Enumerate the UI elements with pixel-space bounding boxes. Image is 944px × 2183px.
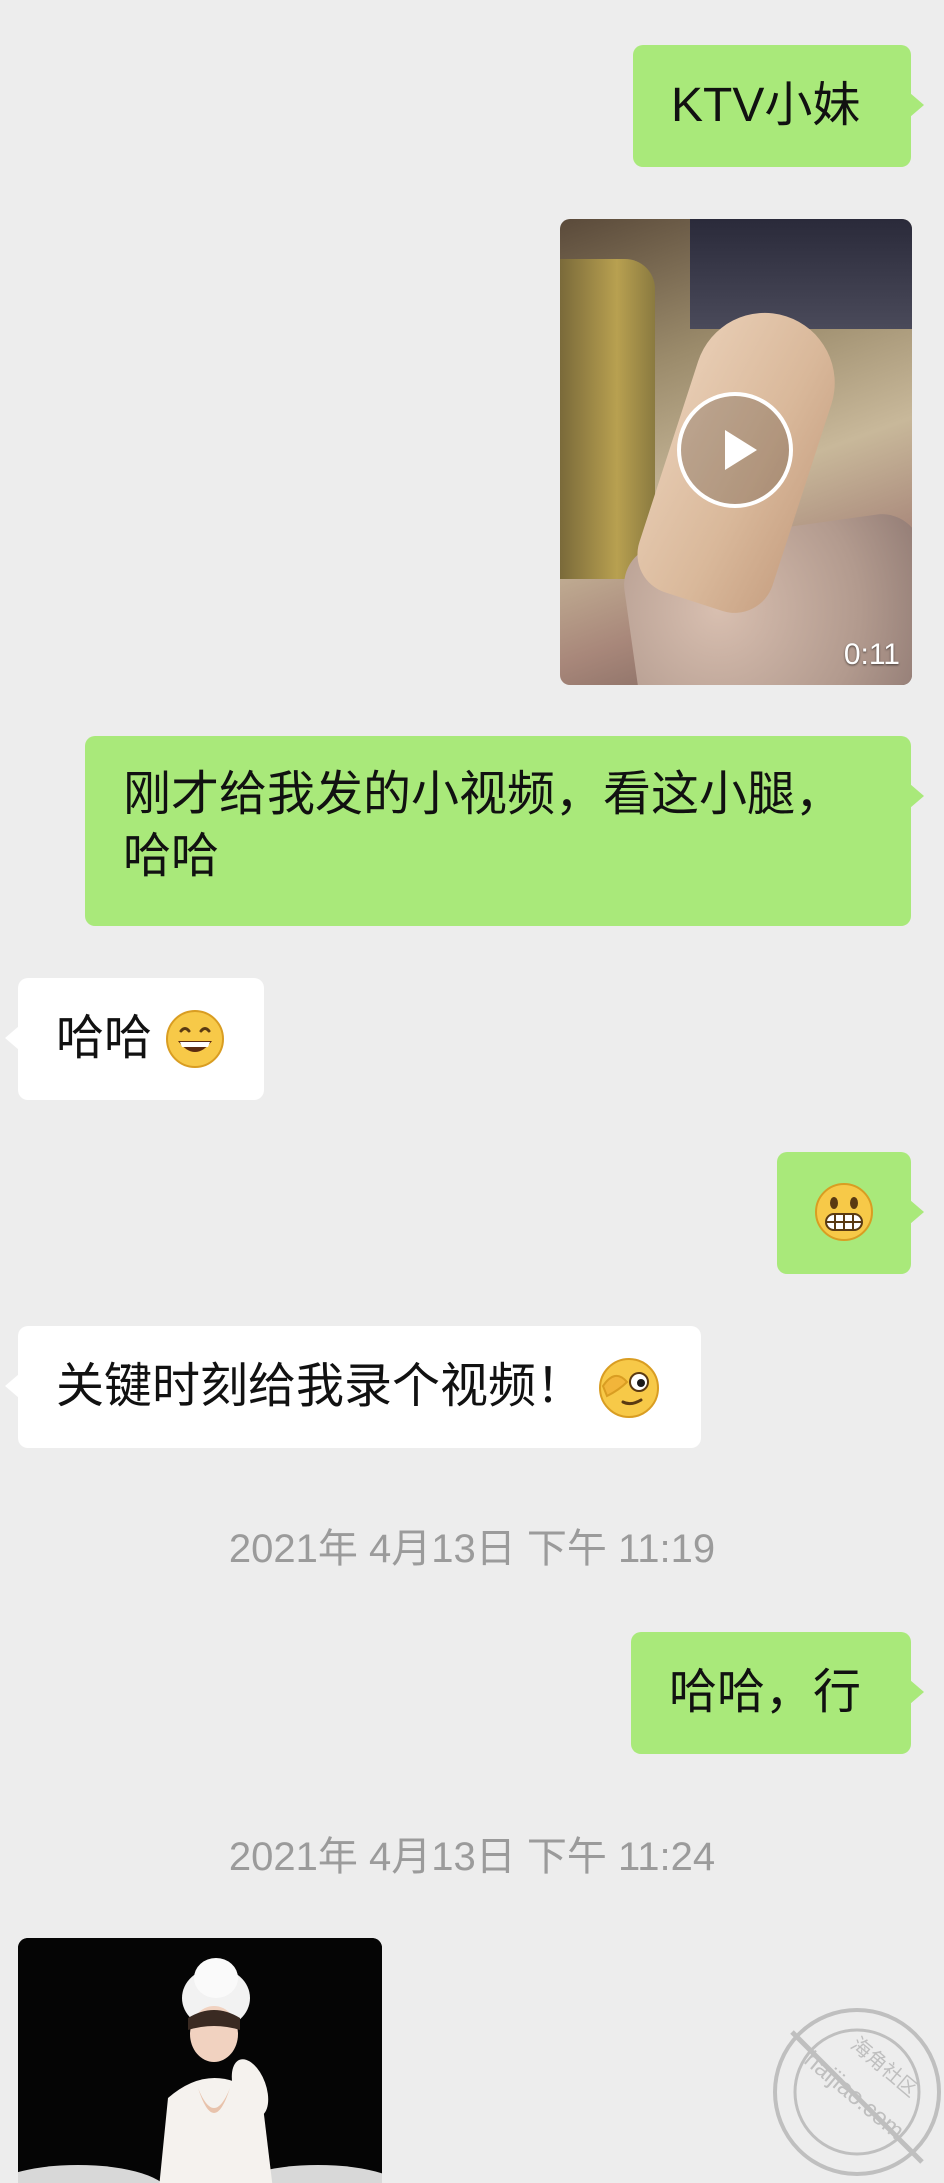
sent-message-bubble[interactable] bbox=[777, 1152, 924, 1274]
message-text: KTV小妹 bbox=[671, 79, 861, 132]
message-timestamp: 2021年 4月13日 下午 11:19 bbox=[228, 1527, 716, 1571]
grimacing-face-icon bbox=[814, 1182, 874, 1258]
message-text: 刚才给我发的小视频，看这小腿，哈哈 bbox=[123, 768, 844, 883]
video-thumbnail-table bbox=[690, 219, 912, 329]
message-text: 关键时刻给我录个视频！ bbox=[56, 1360, 585, 1413]
message-text: 哈哈 bbox=[56, 1012, 153, 1065]
peeking-face-icon bbox=[597, 1356, 661, 1422]
video-thumbnail-sofa bbox=[560, 259, 655, 579]
message-timestamp: 2021年 4月13日 下午 11:24 bbox=[228, 1835, 716, 1879]
message-text: 哈哈，行 bbox=[669, 1666, 862, 1719]
image-message[interactable] bbox=[18, 1938, 382, 2183]
sent-message-bubble[interactable]: KTV小妹 bbox=[633, 45, 924, 167]
grinning-face-icon bbox=[165, 1009, 225, 1073]
play-icon[interactable] bbox=[677, 392, 793, 508]
video-duration: 0:11 bbox=[843, 638, 900, 671]
sent-message-bubble[interactable]: 哈哈，行 bbox=[631, 1632, 924, 1754]
chat-view: KTV小妹 0:11 刚才给我发的小视频，看这小腿，哈哈 哈哈 关键时刻给我录个… bbox=[0, 0, 944, 2183]
video-message[interactable]: 0:11 bbox=[560, 219, 912, 685]
sent-message-bubble[interactable]: 刚才给我发的小视频，看这小腿，哈哈 bbox=[85, 736, 924, 926]
image-thumbnail bbox=[18, 1938, 382, 2183]
received-message-bubble[interactable]: 哈哈 bbox=[5, 978, 264, 1100]
received-message-bubble[interactable]: 关键时刻给我录个视频！ bbox=[5, 1326, 701, 1448]
watermark-logo: haijiao.com 海角社区 bbox=[752, 1992, 942, 2182]
